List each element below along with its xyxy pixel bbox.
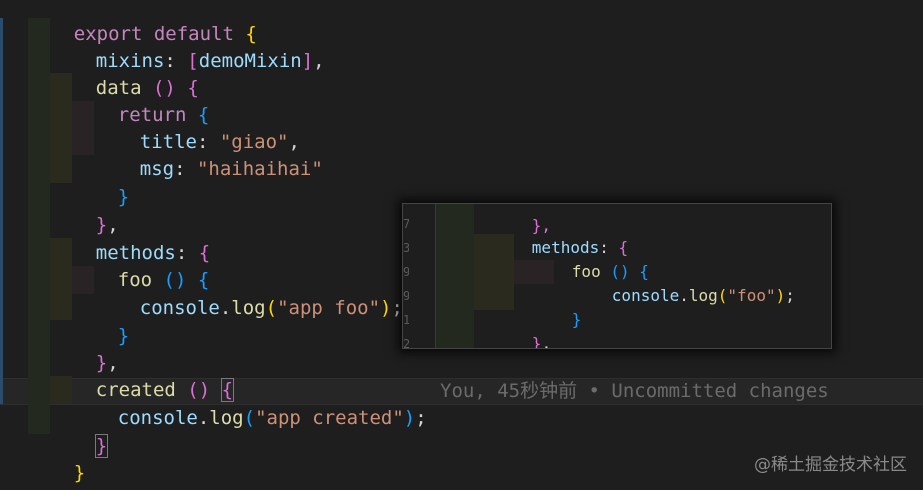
code-editor[interactable]: export default { mixins: [demoMixin], da… (0, 0, 923, 490)
git-change-gutter-bar (0, 18, 3, 404)
comma: , (313, 50, 325, 72)
code-line-created[interactable]: created () { (50, 350, 235, 402)
code-line-return[interactable]: return { (72, 75, 210, 126)
matched-bracket: } (94, 434, 109, 458)
code-line-foo-close[interactable]: } (72, 296, 129, 347)
peek-line-created[interactable]: created () { (474, 332, 647, 348)
bracket: } (117, 325, 130, 347)
identifier: console (611, 286, 680, 305)
code-line-msg[interactable]: msg: "haihaihai" (94, 129, 323, 180)
git-blame-annotation: You, 45秒钟前 • Uncommitted changes (440, 380, 829, 402)
dot: . (197, 407, 210, 429)
indent-guide (436, 204, 474, 348)
peek-line-methods[interactable]: methods: { (474, 212, 628, 257)
line-number: 9 (403, 284, 409, 308)
function-name: log (231, 297, 266, 319)
property: msg (139, 158, 175, 180)
code-line-script-close-tag[interactable]: </script> (28, 460, 177, 490)
code-line-return-close[interactable]: } (72, 157, 129, 208)
line-number: 9 (403, 260, 409, 284)
paren: ( (265, 297, 278, 319)
code-line-methods-close[interactable]: }, (50, 323, 119, 374)
function-name: log (688, 286, 718, 305)
identifier: console (117, 407, 198, 429)
peek-line-foo-close[interactable]: } (514, 284, 582, 329)
string: "haihaihai" (196, 158, 323, 180)
code-line-console-log-created[interactable]: console.log("app created"); (72, 378, 427, 429)
bracket: } (571, 310, 582, 329)
code-line-foo[interactable]: foo () { (72, 240, 210, 291)
string: "app created" (255, 407, 404, 429)
bracket: } (117, 186, 130, 208)
code-line-export-default[interactable]: export default { (28, 0, 257, 45)
paren: ( (243, 407, 256, 429)
peek-line-methods-close[interactable]: }, (474, 308, 551, 348)
identifier: console (139, 297, 220, 319)
dot: . (219, 297, 232, 319)
string: "app foo" (277, 297, 381, 319)
string: "foo" (727, 286, 776, 305)
peek-line-foo[interactable]: foo () { (514, 236, 649, 281)
dot: . (679, 286, 689, 305)
paren: ( (717, 286, 728, 305)
line-number: 1 (403, 308, 409, 332)
code-line-data-close[interactable]: }, (50, 185, 119, 236)
peek-line-console-log[interactable]: console.log("foo"); (554, 260, 795, 305)
code-line-title[interactable]: title: "giao", (94, 102, 300, 153)
watermark: @稀土掘金技术社区 (754, 455, 907, 475)
code-line-export-close[interactable]: } (28, 433, 85, 484)
line-number: 3 (403, 236, 409, 260)
code-line-created-close[interactable]: } (50, 406, 109, 458)
bracket: ] (301, 50, 314, 72)
paren: ) (775, 286, 786, 305)
peek-definition-popup[interactable]: 7 3 9 9 1 2 }, methods: { foo () { conso… (402, 203, 832, 349)
code-line-mixins[interactable]: mixins: [demoMixin], (50, 21, 325, 72)
identifier: demoMixin (198, 50, 302, 72)
colon: : (174, 158, 197, 180)
semicolon: ; (415, 407, 427, 429)
paren: ) (380, 297, 392, 319)
paren: ) (403, 407, 416, 429)
line-number: 2 (403, 332, 409, 348)
code-line-methods[interactable]: methods: { (50, 213, 210, 264)
semicolon: ; (785, 286, 795, 305)
code-line-console-log-foo[interactable]: console.log("app foo"); (94, 268, 403, 319)
code-line-data[interactable]: data () { (50, 48, 199, 99)
indent-guide (28, 18, 50, 434)
function-name: log (209, 407, 244, 429)
line-number: 7 (403, 212, 409, 236)
